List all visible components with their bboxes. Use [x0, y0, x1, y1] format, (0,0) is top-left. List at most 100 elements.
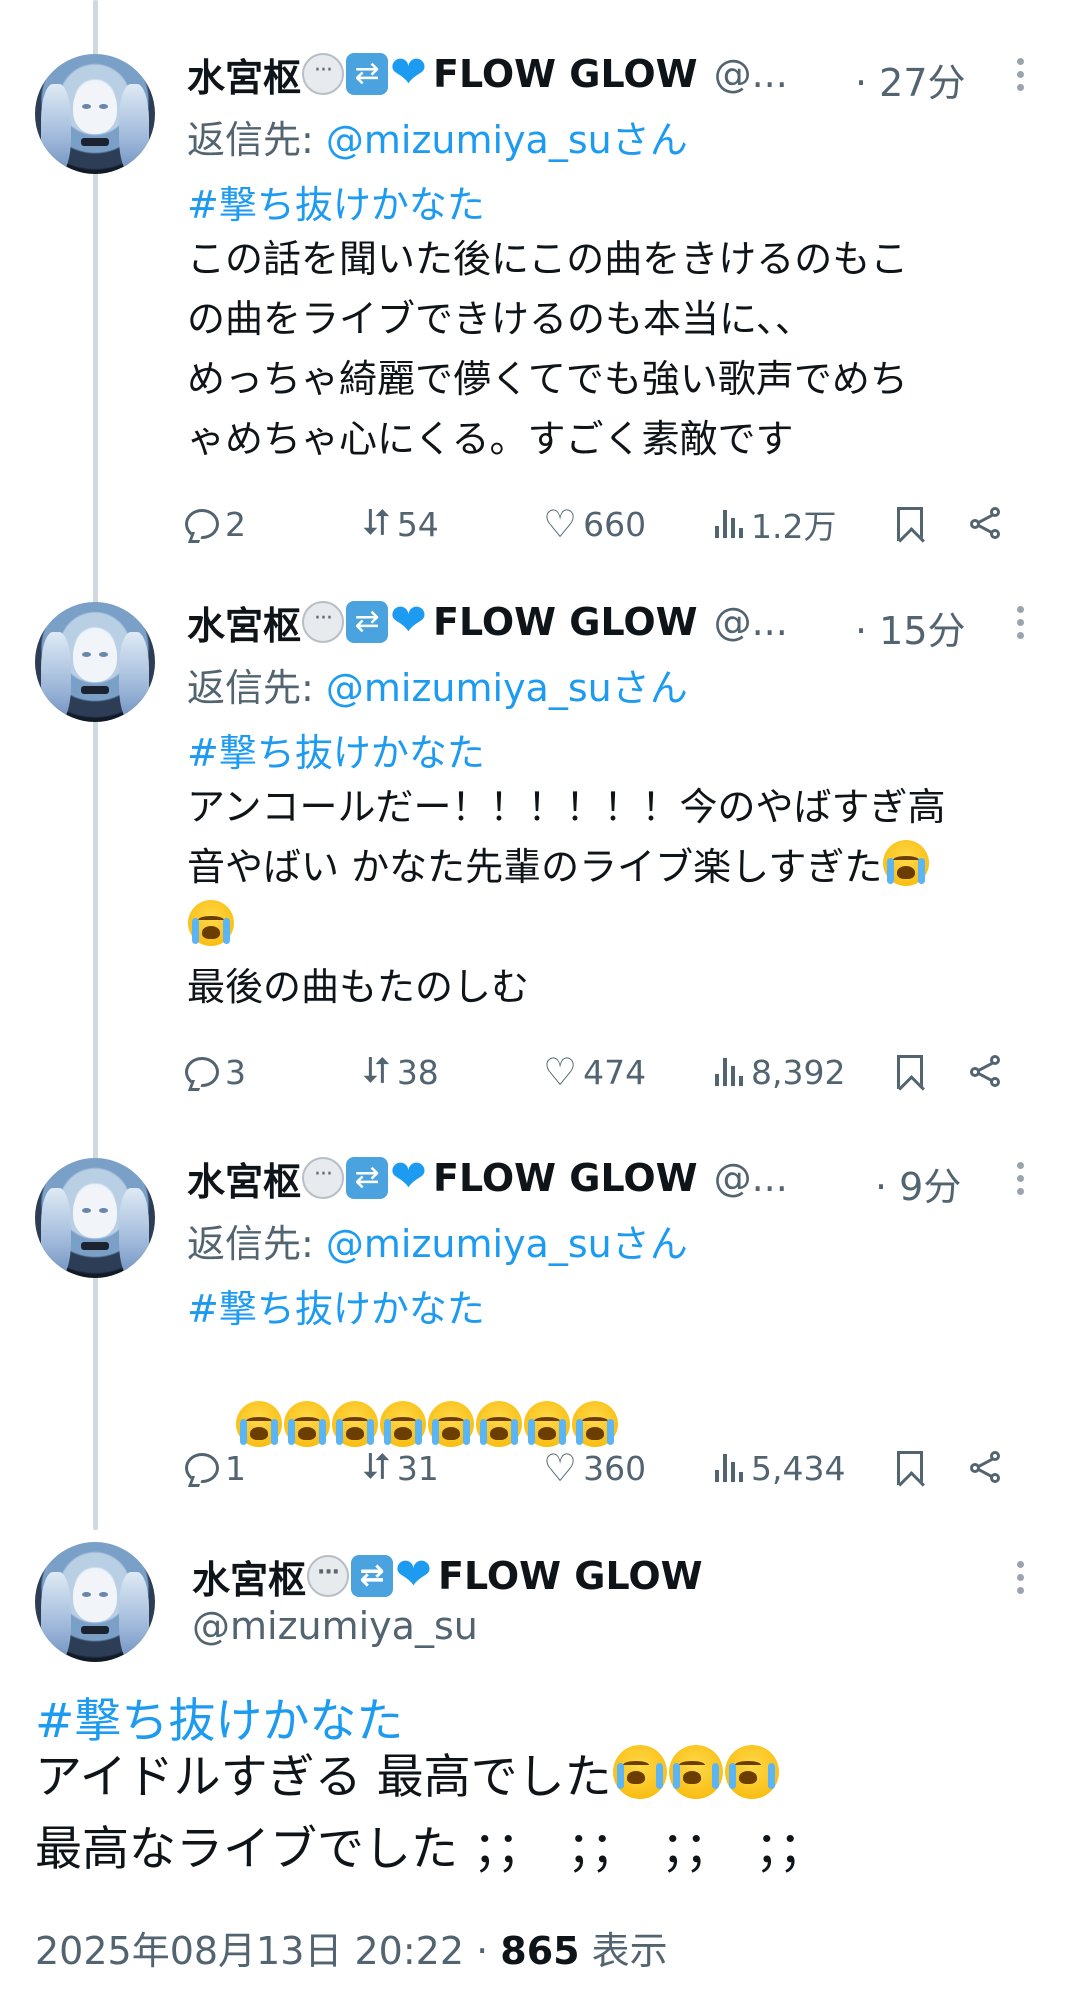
- repeat-emoji: [346, 1157, 389, 1199]
- reply-button[interactable]: 3: [185, 1047, 246, 1097]
- reply-to-prefix: 返信先:: [187, 1222, 326, 1266]
- tweet-header: 水宮枢 FLOW GLOW @...: [187, 592, 788, 652]
- avatar[interactable]: [35, 1158, 155, 1278]
- action-bar: 2 ⮃ 54 ♡ 660 1.2万: [185, 499, 1025, 549]
- display-name[interactable]: 水宮枢: [187, 1151, 301, 1206]
- display-name-tail[interactable]: FLOW GLOW: [433, 600, 698, 644]
- blue-heart-emoji: [390, 1153, 432, 1201]
- main-user-handle[interactable]: @mizumiya_su: [192, 1604, 478, 1648]
- loudly-crying-face-emoji: [668, 1745, 723, 1799]
- loudly-crying-face-emoji: [724, 1745, 779, 1799]
- bookmark-icon: [897, 1451, 923, 1485]
- reply-to-mention[interactable]: @mizumiya_suさん: [326, 1222, 688, 1266]
- display-name-tail[interactable]: FLOW GLOW: [433, 1156, 698, 1200]
- main-display-name[interactable]: 水宮枢 FLOW GLOW: [192, 1546, 703, 1606]
- bookmark-button[interactable]: [897, 1443, 929, 1493]
- like-icon: ♡: [543, 1446, 578, 1490]
- speech-bubble-emoji: [302, 1157, 345, 1199]
- display-name[interactable]: 水宮枢: [187, 47, 301, 102]
- hashtag-link[interactable]: #撃ち抜けかなた: [187, 722, 485, 777]
- reply-button[interactable]: 1: [185, 1443, 246, 1493]
- avatar[interactable]: [35, 602, 155, 722]
- display-name-tail[interactable]: FLOW GLOW: [438, 1554, 703, 1598]
- loudly-crying-face-emoji: [476, 1401, 523, 1447]
- tweet-time[interactable]: · 9分: [875, 1156, 961, 1211]
- repost-count: 31: [396, 1448, 439, 1488]
- tweet-text: アンコールだー！！！！！！今のやばすぎ高 音やばい かなた先輩のライブ楽しすぎた…: [187, 777, 945, 1017]
- share-icon: [970, 1055, 1004, 1089]
- views-button[interactable]: 5,434: [715, 1443, 845, 1493]
- timestamp[interactable]: 2025年08月13日 20:22 ·: [35, 1929, 500, 1973]
- share-button[interactable]: [970, 1047, 1010, 1097]
- reply-to-mention[interactable]: @mizumiya_suさん: [326, 118, 688, 162]
- views-button[interactable]: 1.2万: [715, 499, 836, 549]
- repeat-emoji: [351, 1555, 394, 1597]
- reply-to: 返信先: @mizumiya_suさん: [187, 109, 688, 164]
- hashtag-link[interactable]: #撃ち抜けかなた: [35, 1682, 403, 1751]
- views-button[interactable]: 8,392: [715, 1047, 845, 1097]
- repost-icon: ⮃: [362, 503, 391, 544]
- reply-count: 3: [225, 1052, 246, 1092]
- display-name-tail[interactable]: FLOW GLOW: [433, 52, 698, 96]
- user-handle[interactable]: @...: [714, 1156, 788, 1200]
- share-button[interactable]: [970, 499, 1010, 549]
- loudly-crying-face-emoji: [524, 1401, 571, 1447]
- user-handle[interactable]: @...: [714, 52, 788, 96]
- share-button[interactable]: [970, 1443, 1010, 1493]
- bookmark-icon: [897, 1055, 923, 1089]
- loudly-crying-face-emoji: [883, 840, 930, 886]
- like-button[interactable]: ♡ 360: [543, 1443, 646, 1493]
- repost-icon: ⮃: [362, 1447, 391, 1488]
- user-handle[interactable]: @...: [714, 600, 788, 644]
- like-count: 474: [583, 1052, 647, 1092]
- loudly-crying-face-emoji: [572, 1401, 619, 1447]
- views-count: 1.2万: [751, 507, 837, 546]
- bookmark-button[interactable]: [897, 499, 929, 549]
- blue-heart-emoji: [390, 597, 432, 645]
- more-icon[interactable]: [1014, 592, 1026, 652]
- views-icon: [715, 1058, 745, 1086]
- hashtag-link[interactable]: #撃ち抜けかなた: [187, 1278, 485, 1333]
- more-icon[interactable]: [1014, 44, 1026, 104]
- tweet-time[interactable]: · 15分: [855, 600, 966, 655]
- reply-count: 2: [225, 504, 246, 544]
- blue-heart-emoji: [395, 1551, 437, 1599]
- action-bar: 3 ⮃ 38 ♡ 474 8,392: [185, 1047, 1025, 1097]
- reply-tweet-2[interactable]: 水宮枢 FLOW GLOW @... · 15分 返信先: @mizumiya_…: [0, 592, 1080, 1112]
- more-icon[interactable]: [1014, 1547, 1026, 1607]
- reply-button[interactable]: 2: [185, 499, 246, 549]
- bookmark-button[interactable]: [897, 1047, 929, 1097]
- speech-bubble-emoji: [302, 53, 345, 95]
- text-line: ゃめちゃ心にくる。すごく素敵です: [187, 417, 794, 461]
- tweet-text: この話を聞いた後にこの曲をきけるのもこ の曲をライブできけるのも本当に、、 めっ…: [187, 229, 908, 469]
- tweet-meta: 2025年08月13日 20:22 · 865 表示: [35, 1920, 668, 1975]
- like-button[interactable]: ♡ 474: [543, 1047, 646, 1097]
- speech-bubble-emoji: [302, 601, 345, 643]
- repost-icon: ⮃: [362, 1051, 391, 1092]
- reply-to: 返信先: @mizumiya_suさん: [187, 1213, 688, 1268]
- reply-icon: [185, 1057, 219, 1087]
- display-name[interactable]: 水宮枢: [192, 1549, 306, 1604]
- reply-tweet-3[interactable]: 水宮枢 FLOW GLOW @... · 9分 返信先: @mizumiya_s…: [0, 1148, 1080, 1498]
- loudly-crying-face-emoji: [428, 1401, 475, 1447]
- share-icon: [970, 507, 1004, 541]
- repost-button[interactable]: ⮃ 54: [362, 499, 439, 549]
- reply-tweet-1[interactable]: 水宮枢 FLOW GLOW @... · 27分 返信先: @mizumiya_…: [0, 44, 1080, 564]
- display-name[interactable]: 水宮枢: [187, 595, 301, 650]
- loudly-crying-face-emoji: [380, 1401, 427, 1447]
- repost-button[interactable]: ⮃ 31: [362, 1443, 439, 1493]
- repost-button[interactable]: ⮃ 38: [362, 1047, 439, 1097]
- share-icon: [970, 1451, 1004, 1485]
- avatar[interactable]: [35, 54, 155, 174]
- tweet-time[interactable]: · 27分: [855, 52, 966, 107]
- like-count: 660: [583, 504, 647, 544]
- like-button[interactable]: ♡ 660: [543, 499, 646, 549]
- views-label: 表示: [579, 1929, 668, 1973]
- hashtag-link[interactable]: #撃ち抜けかなた: [187, 174, 485, 229]
- like-count: 360: [583, 1448, 647, 1488]
- reply-to-mention[interactable]: @mizumiya_suさん: [326, 666, 688, 710]
- views-count: 865: [500, 1929, 580, 1973]
- avatar[interactable]: [35, 1542, 155, 1662]
- more-icon[interactable]: [1014, 1148, 1026, 1208]
- reply-to: 返信先: @mizumiya_suさん: [187, 657, 688, 712]
